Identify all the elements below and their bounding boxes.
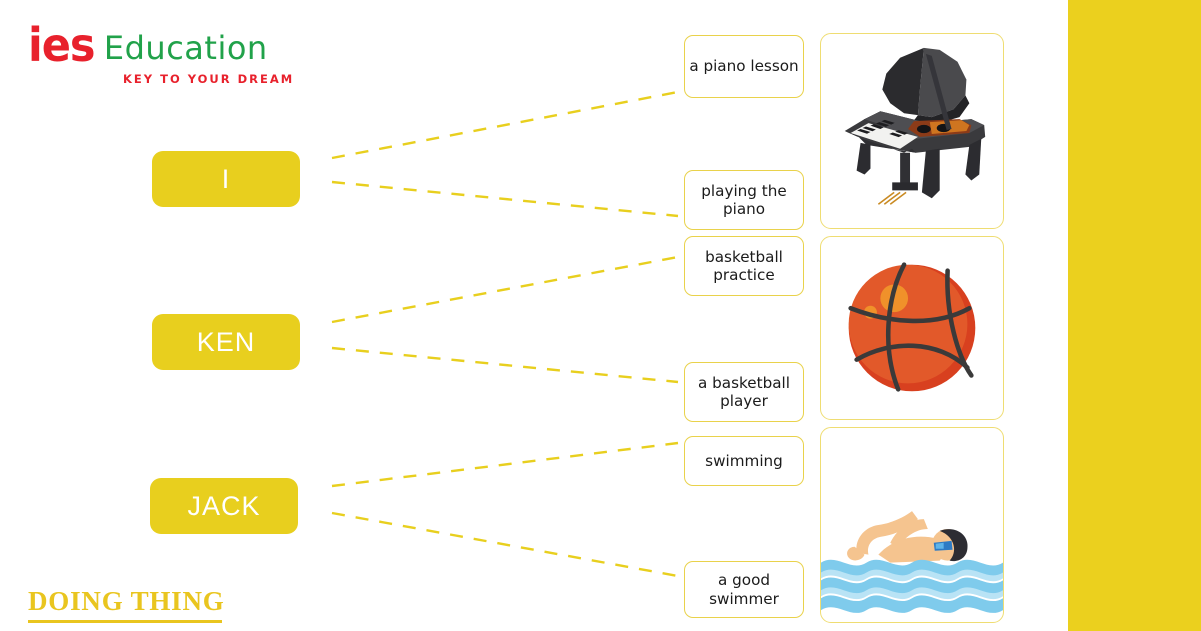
grand-piano-icon <box>844 47 986 205</box>
connector-jack-to-good-swimmer <box>331 511 679 578</box>
subject-chip-jack[interactable]: JACK <box>150 478 298 534</box>
connector-i-to-piano-lesson <box>331 90 679 160</box>
picture-card-piano[interactable] <box>820 33 1004 229</box>
swimmer-icon <box>821 511 1003 613</box>
brand-logo: ies Education KEY TO YOUR DREAM <box>28 18 295 87</box>
logo-wordmark-row: ies Education <box>28 18 294 72</box>
logo-tagline: KEY TO YOUR DREAM <box>123 72 295 87</box>
phrase-box-playing-piano[interactable]: playing the piano <box>684 170 804 230</box>
picture-card-basketball[interactable] <box>820 236 1004 420</box>
phrase-box-basketball-practice[interactable]: basketball practice <box>684 236 804 296</box>
footer-title: DOING THING <box>28 586 225 616</box>
slide-canvas: ies Education KEY TO YOUR DREAM I KEN JA… <box>0 0 1201 631</box>
subject-chip-ken[interactable]: KEN <box>152 314 300 370</box>
phrase-label: a piano lesson <box>689 57 799 76</box>
phrase-box-swimming[interactable]: swimming <box>684 436 804 486</box>
picture-card-swimming[interactable] <box>820 427 1004 623</box>
logo-mark-text: ies <box>28 18 95 72</box>
footer-underline <box>28 620 222 623</box>
logo-word-text: Education <box>103 29 268 68</box>
subject-chip-ken-label: KEN <box>196 326 256 357</box>
connector-jack-to-swimming <box>331 441 679 488</box>
phrase-label: basketball practice <box>705 247 783 284</box>
phrase-box-basketball-player[interactable]: a basketball player <box>684 362 804 422</box>
phrase-box-piano-lesson[interactable]: a piano lesson <box>684 35 804 98</box>
subject-chip-jack-label: JACK <box>187 490 261 521</box>
connector-i-to-playing-piano <box>331 180 679 218</box>
connector-ken-to-basketball-practice <box>331 255 679 324</box>
phrase-label: swimming <box>705 451 783 470</box>
basketball-icon <box>848 262 976 392</box>
right-accent-panel <box>1068 0 1201 631</box>
phrase-label: a basketball player <box>698 373 790 410</box>
subject-chip-i[interactable]: I <box>152 151 300 207</box>
phrase-label: a good swimmer <box>709 571 779 608</box>
connector-ken-to-basketball-player <box>331 346 679 384</box>
phrase-label: playing the piano <box>701 181 787 218</box>
phrase-box-good-swimmer[interactable]: a good swimmer <box>684 561 804 618</box>
subject-chip-i-label: I <box>221 163 231 194</box>
footer-heading-group: DOING THING <box>28 586 225 623</box>
